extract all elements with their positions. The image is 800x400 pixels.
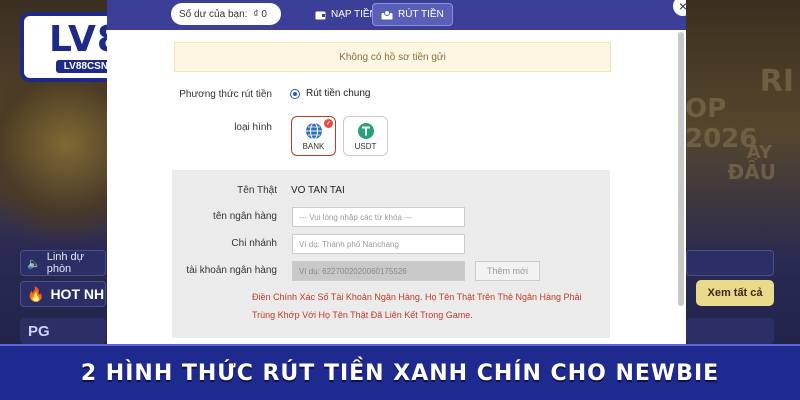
account-label: tài khoản ngân hàng xyxy=(186,265,277,276)
pg-provider[interactable]: PG xyxy=(20,318,106,344)
real-name-value: VO TAN TAI xyxy=(291,185,345,196)
modal-scrollbar[interactable] xyxy=(678,32,684,306)
notice-banner: Không có hồ sơ tiền gửi xyxy=(174,42,611,72)
balance-value: ₫ 0 xyxy=(253,8,267,20)
type-label: loại hình xyxy=(234,122,272,133)
type-bank-label: BANK xyxy=(302,141,325,151)
caption-banner: 2 HÌNH THỨC RÚT TIỀN XANH CHÍN CHO NEWBI… xyxy=(0,344,800,400)
type-usdt-label: USDT xyxy=(354,141,377,151)
method-label: Phương thức rút tiền xyxy=(179,89,272,100)
close-button[interactable]: × xyxy=(673,0,686,16)
type-usdt-card[interactable]: USDT xyxy=(343,116,388,156)
account-input[interactable]: Ví dụ: 6227002020060175526 xyxy=(292,261,465,281)
hot-label: HOT NH xyxy=(50,286,105,302)
announcement-bar[interactable]: 🔈 Linh dự phòn xyxy=(20,250,106,276)
caption-text: 2 HÌNH THỨC RÚT TIỀN XANH CHÍN CHO NEWBI… xyxy=(80,360,720,386)
type-bank-card[interactable]: BANK ✓ xyxy=(291,116,336,156)
globe-bank-icon xyxy=(305,122,322,139)
flame-icon: 🔥 xyxy=(27,285,45,302)
speaker-icon: 🔈 xyxy=(27,257,41,270)
withdraw-modal: Số dư của bạn: ₫ 0 NẠP TIỀN RÚT TIỀN × K… xyxy=(107,0,686,345)
tether-icon xyxy=(357,122,374,139)
hot-games-tab[interactable]: 🔥 HOT NH xyxy=(20,281,106,307)
warning-text: Điền Chính Xác Số Tài Khoản Ngân Hàng. H… xyxy=(252,292,582,320)
bank-name-label: tên ngân hàng xyxy=(213,211,277,222)
withdraw-icon xyxy=(381,9,393,19)
see-all-button[interactable]: Xem tất cả xyxy=(696,280,774,306)
add-new-button[interactable]: Thêm mới xyxy=(475,261,540,281)
bank-name-input[interactable]: --- Vui lòng nhập các từ khóa --- xyxy=(292,207,465,227)
background-text: OP 2026 xyxy=(685,94,758,154)
check-icon: ✓ xyxy=(324,119,333,128)
withdraw-form: Tên Thật VO TAN TAI tên ngân hàng --- Vu… xyxy=(172,170,610,338)
balance-label: Số dư của bạn: xyxy=(179,8,248,20)
tab-deposit-label: NẠP TIỀN xyxy=(331,9,377,20)
method-option[interactable]: Rút tiền chung xyxy=(290,88,371,99)
branch-input[interactable]: Ví dụ: Thành phố Nanchang xyxy=(292,234,465,254)
method-option-label: Rút tiền chung xyxy=(306,88,371,99)
real-name-label: Tên Thật xyxy=(237,185,277,196)
announcement-text: Linh dự phòn xyxy=(46,251,85,275)
tab-withdraw-label: RÚT TIỀN xyxy=(398,9,444,20)
radio-selected-icon[interactable] xyxy=(290,88,300,99)
modal-header: Số dư của bạn: ₫ 0 NẠP TIỀN RÚT TIỀN × xyxy=(107,0,686,30)
right-side-item xyxy=(686,250,774,276)
balance-display: Số dư của bạn: ₫ 0 xyxy=(171,3,281,25)
right-side-item xyxy=(686,318,774,344)
background-right-panel: RI OP 2026 AY ĐẦU xyxy=(685,0,800,260)
background-text: ĐẦU xyxy=(727,160,776,184)
tab-withdraw[interactable]: RÚT TIỀN xyxy=(372,3,453,26)
wallet-icon xyxy=(315,11,326,19)
branch-label: Chi nhánh xyxy=(231,238,277,249)
